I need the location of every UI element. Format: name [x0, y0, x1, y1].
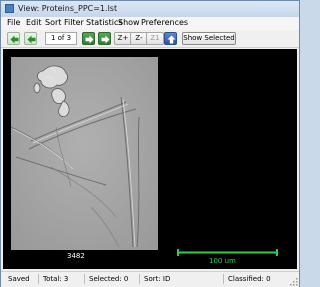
previous-page-button[interactable] — [24, 32, 37, 45]
zoom-reset-button[interactable]: Z1 — [146, 32, 164, 45]
status-classified: Classified: 0 — [223, 274, 271, 284]
menu-edit[interactable]: Edit — [26, 18, 42, 27]
last-page-button[interactable] — [98, 32, 111, 45]
arrow-up-icon — [167, 35, 176, 44]
toolbar: 1 of 3 Z+ Z- Z1 Show Selected — [1, 30, 299, 48]
arrow-right-icon — [101, 35, 110, 44]
resize-grip-icon[interactable] — [289, 277, 298, 286]
menu-bar: File Edit Sort Filter Statistics Show Pr… — [1, 17, 299, 31]
app-icon — [5, 4, 14, 13]
title-bar[interactable]: View: Proteins_PPC=1.lst — [1, 1, 299, 18]
arrow-left-icon — [10, 35, 19, 44]
arrow-right-icon — [85, 35, 94, 44]
scale-bar-label: 100 um — [209, 257, 236, 265]
go-up-button[interactable] — [164, 32, 177, 45]
page-indicator[interactable]: 1 of 3 — [45, 32, 77, 45]
status-total: Total: 3 — [38, 274, 68, 284]
first-page-button[interactable] — [7, 32, 20, 45]
window-title: View: Proteins_PPC=1.lst — [18, 4, 118, 13]
menu-sort[interactable]: Sort — [45, 18, 61, 27]
menu-preferences[interactable]: Preferences — [141, 18, 188, 27]
scale-bar — [177, 249, 278, 256]
particle-image[interactable] — [11, 57, 158, 250]
menu-show[interactable]: Show — [118, 18, 140, 27]
micrograph-image — [11, 57, 158, 250]
status-bar: Saved Total: 3 Selected: 0 Sort: ID Clas… — [1, 271, 299, 287]
menu-file[interactable]: File — [7, 18, 20, 27]
arrow-left-icon — [27, 35, 36, 44]
status-sort: Sort: ID — [139, 274, 170, 284]
show-selected-button[interactable]: Show Selected — [182, 32, 236, 45]
status-selected: Selected: 0 — [84, 274, 128, 284]
image-viewer: 3482 100 um — [3, 49, 297, 269]
next-page-button[interactable] — [82, 32, 95, 45]
menu-filter[interactable]: Filter — [64, 18, 84, 27]
view-window: View: Proteins_PPC=1.lst File Edit Sort … — [0, 0, 300, 287]
image-id-label: 3482 — [67, 252, 85, 260]
status-saved: Saved — [8, 275, 30, 283]
